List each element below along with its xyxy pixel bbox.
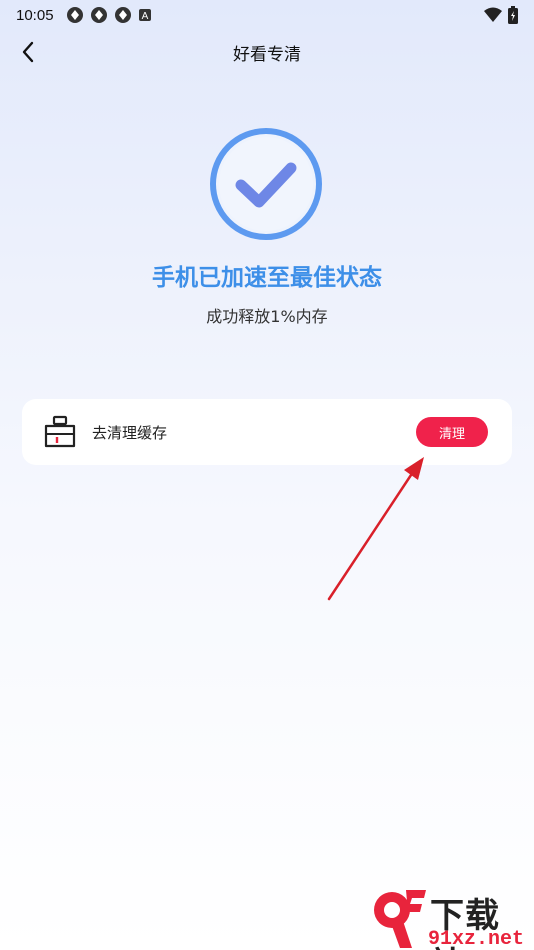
chevron-left-icon [22,41,34,63]
app-icon [90,7,107,23]
status-bar: 10:05 A [0,0,534,30]
clean-button[interactable]: 清理 [416,417,488,447]
a-icon: A [138,9,151,22]
app-header: 好看专清 [0,30,534,74]
cleaning-bucket-icon [42,414,78,450]
status-time: 10:05 [16,6,54,24]
watermark: 下载站 91xz.net [368,888,534,950]
watermark-url: 91xz.net [428,928,525,950]
page-title: 好看专清 [233,44,301,65]
clean-cache-label: 去清理缓存 [92,423,168,442]
result-subline: 成功释放1%内存 [206,307,328,326]
notification-icons: A [66,6,152,24]
app-icon [66,7,83,23]
battery-icon [508,6,518,24]
system-icons [484,6,518,24]
app-icon [114,7,131,23]
wifi-icon [484,7,502,22]
result-headline: 手机已加速至最佳状态 [152,265,382,291]
check-circle-icon [210,128,322,240]
back-button[interactable] [14,38,42,66]
svg-text:A: A [141,11,148,22]
clean-cache-card: 去清理缓存 清理 [22,399,512,465]
9f-logo [374,890,426,948]
